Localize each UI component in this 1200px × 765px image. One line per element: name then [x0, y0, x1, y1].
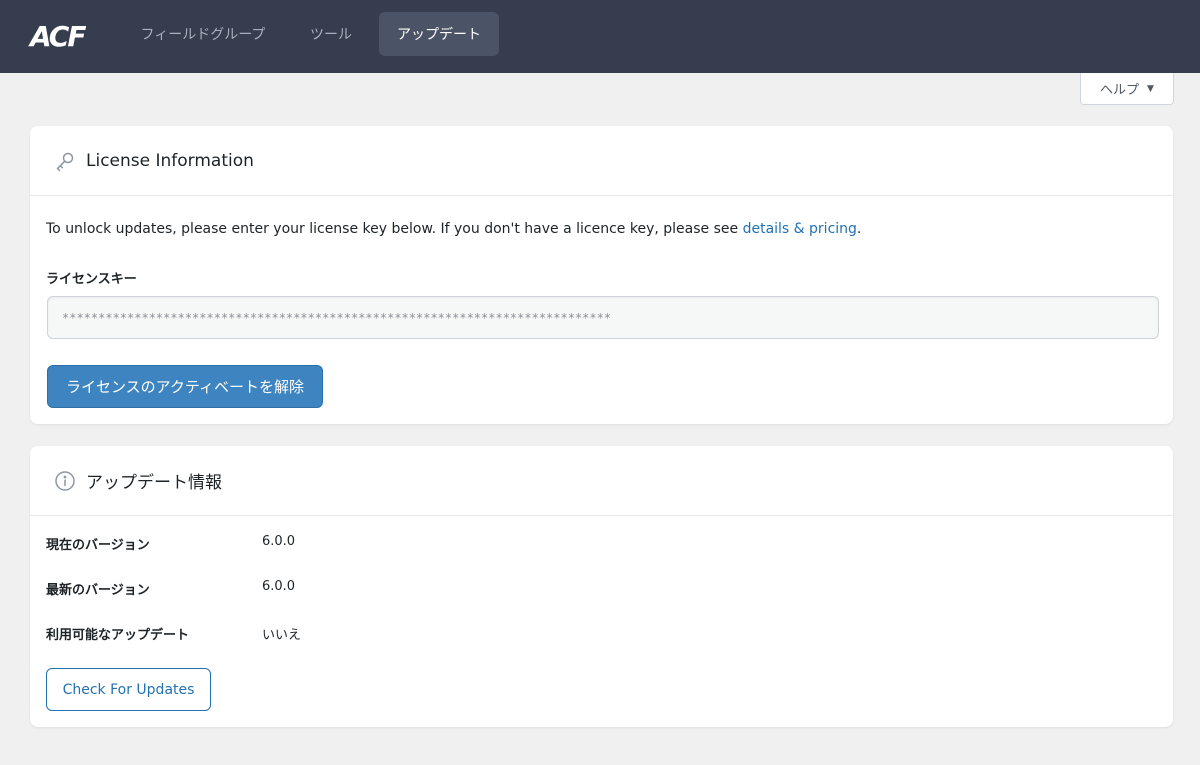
- tab-updates[interactable]: アップデート: [379, 12, 499, 56]
- tab-field-groups[interactable]: フィールドグループ: [124, 12, 282, 56]
- license-card-header: License Information: [30, 126, 1173, 196]
- update-available-label: 利用可能なアップデート: [46, 628, 190, 643]
- current-version-label: 現在のバージョン: [46, 538, 150, 553]
- info-icon: [54, 470, 76, 492]
- tab-tools[interactable]: ツール: [292, 12, 370, 56]
- license-key-label: ライセンスキー: [46, 272, 137, 287]
- update-info-card: アップデート情報 現在のバージョン 6.0.0 最新のバージョン 6.0.0 利…: [30, 446, 1173, 727]
- top-navigation: ACF フィールドグループ ツール アップデート: [0, 0, 1200, 73]
- current-version-value: 6.0.0: [262, 534, 296, 549]
- check-for-updates-button[interactable]: Check For Updates: [46, 668, 211, 711]
- latest-version-label: 最新のバージョン: [46, 583, 150, 598]
- update-card-header: アップデート情報: [30, 446, 1173, 516]
- acf-logo[interactable]: ACF: [30, 20, 87, 53]
- license-card: License Information To unlock updates, p…: [30, 126, 1173, 424]
- deactivate-license-button[interactable]: ライセンスのアクティベートを解除: [47, 365, 323, 408]
- details-pricing-link[interactable]: details & pricing: [743, 221, 857, 237]
- license-key-field[interactable]: ****************************************…: [47, 296, 1159, 339]
- help-label: ヘルプ: [1100, 83, 1140, 98]
- caret-down-icon: ▼: [1147, 83, 1154, 94]
- update-available-value: いいえ: [262, 628, 302, 643]
- update-card-title: アップデート情報: [86, 473, 222, 493]
- latest-version-value: 6.0.0: [262, 579, 296, 594]
- help-button[interactable]: ヘルプ ▼: [1080, 73, 1174, 105]
- license-description: To unlock updates, please enter your lic…: [46, 221, 862, 237]
- key-icon: [54, 150, 76, 172]
- license-card-title: License Information: [86, 150, 254, 171]
